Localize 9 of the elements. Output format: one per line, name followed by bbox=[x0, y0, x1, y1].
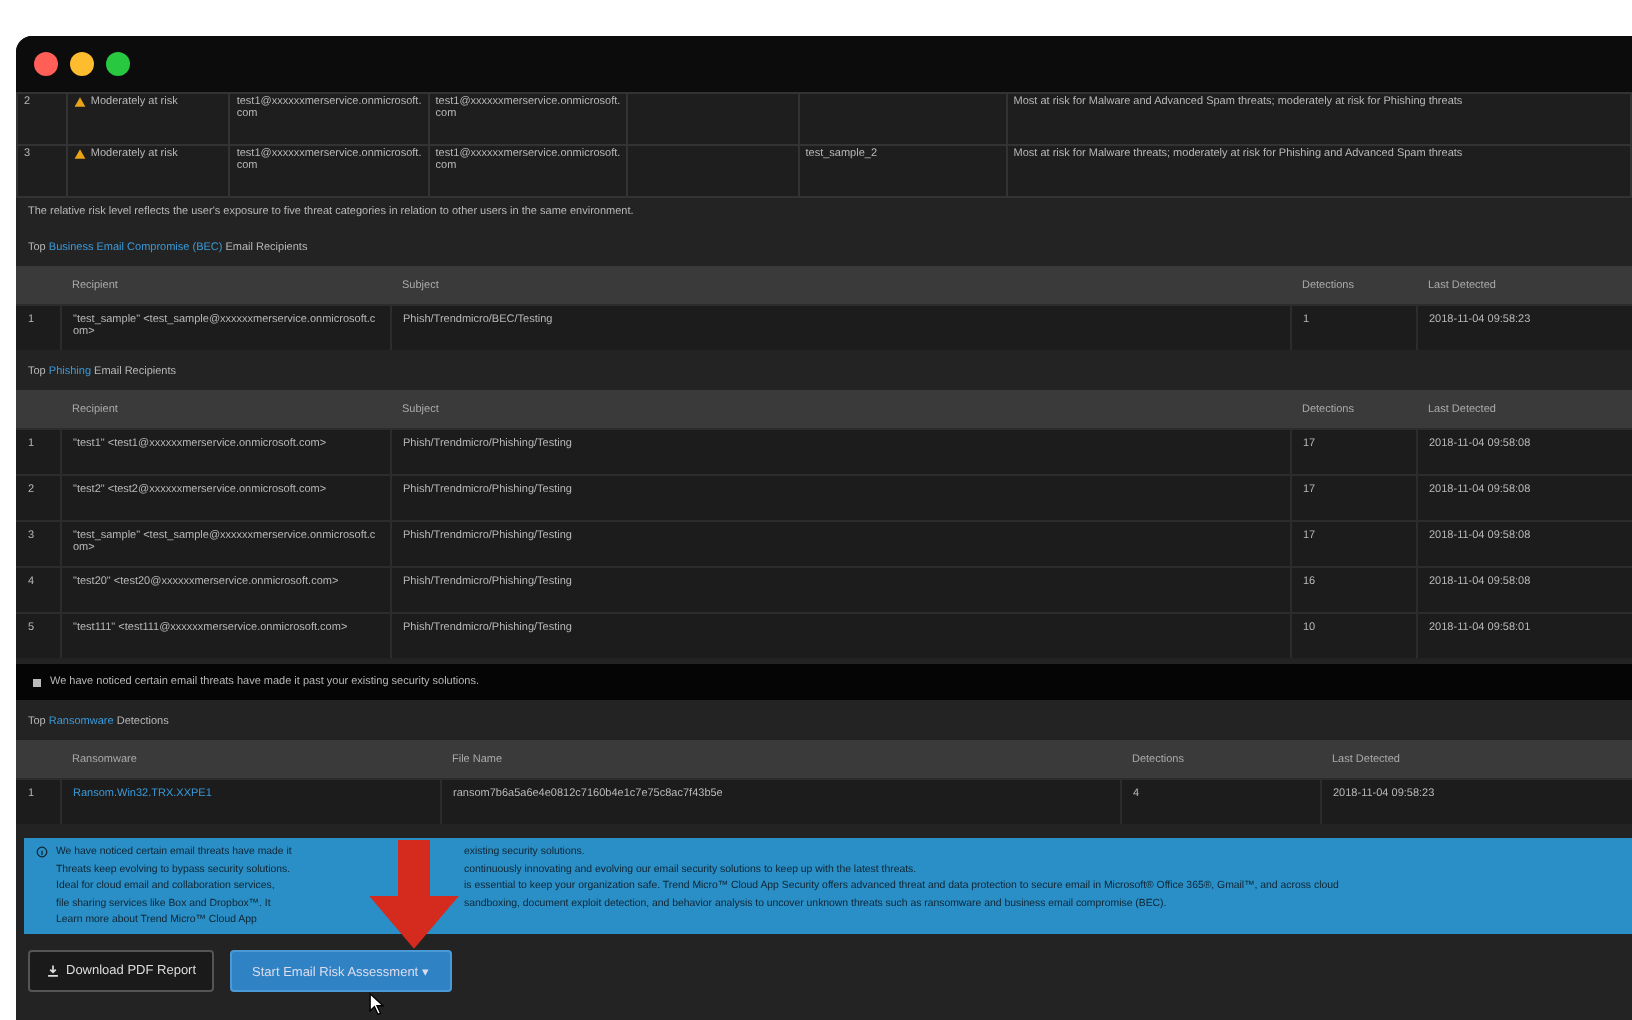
minimize-button[interactable] bbox=[70, 52, 94, 76]
maximize-button[interactable] bbox=[106, 52, 130, 76]
down-arrow-drawing bbox=[364, 840, 464, 952]
alert-icon bbox=[32, 677, 42, 687]
download-icon bbox=[46, 964, 60, 978]
mouse-cursor-icon bbox=[368, 992, 386, 1016]
close-button[interactable] bbox=[34, 52, 58, 76]
info-icon bbox=[36, 846, 48, 858]
warning-icon bbox=[74, 96, 87, 108]
